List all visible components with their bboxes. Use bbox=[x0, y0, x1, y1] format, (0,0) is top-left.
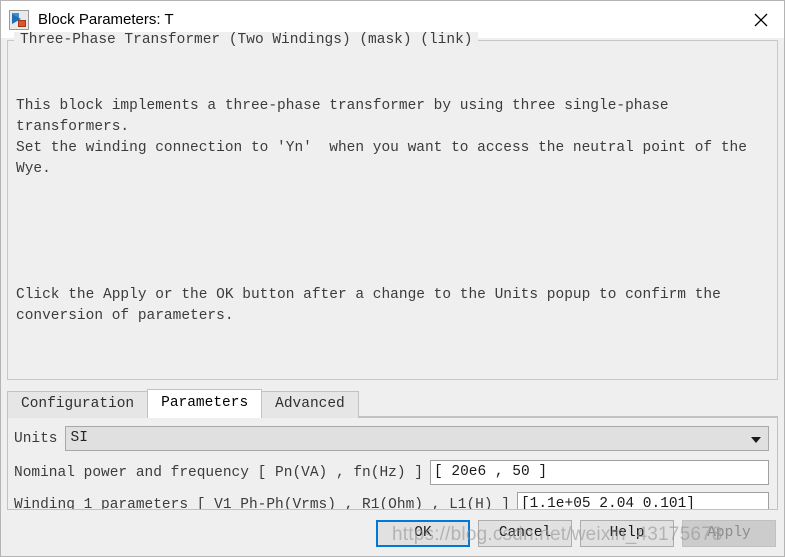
tab-strip-filler bbox=[357, 390, 778, 417]
parameter-row-winding1: Winding 1 parameters [ V1 Ph-Ph(Vrms) , … bbox=[8, 492, 777, 510]
simulink-block-icon bbox=[9, 9, 29, 30]
units-value: SI bbox=[70, 430, 88, 446]
tab-configuration[interactable]: Configuration bbox=[7, 391, 149, 418]
mask-paragraph-spacer bbox=[16, 222, 769, 243]
mask-paragraph-1: This block implements a three-phase tran… bbox=[16, 98, 747, 177]
units-row: Units SI bbox=[8, 426, 777, 451]
help-button[interactable]: Help bbox=[580, 519, 674, 547]
mask-description-body: This block implements a three-phase tran… bbox=[16, 54, 769, 369]
mask-description-group: Three-Phase Transformer (Two Windings) (… bbox=[7, 32, 778, 380]
parameter-row-nominal-power: Nominal power and frequency [ Pn(VA) , f… bbox=[8, 460, 777, 485]
units-label: Units bbox=[14, 430, 58, 447]
window-title: Block Parameters: T bbox=[38, 11, 174, 28]
nominal-power-label: Nominal power and frequency [ Pn(VA) , f… bbox=[14, 464, 423, 481]
chevron-down-icon bbox=[751, 436, 761, 443]
winding1-label: Winding 1 parameters [ V1 Ph-Ph(Vrms) , … bbox=[14, 496, 510, 510]
mask-legend: Three-Phase Transformer (Two Windings) (… bbox=[14, 32, 479, 48]
mask-legend-row: Three-Phase Transformer (Two Windings) (… bbox=[8, 29, 777, 51]
ok-button[interactable]: OK bbox=[376, 519, 470, 547]
units-dropdown[interactable]: SI bbox=[64, 426, 769, 451]
tab-strip: Configuration Parameters Advanced bbox=[7, 389, 778, 418]
nominal-power-input[interactable]: [ 20e6 , 50 ] bbox=[429, 460, 769, 485]
mask-paragraph-2: Click the Apply or the OK button after a… bbox=[16, 287, 721, 324]
tab-advanced[interactable]: Advanced bbox=[261, 391, 359, 418]
cancel-button[interactable]: Cancel bbox=[478, 519, 572, 547]
tab-parameters[interactable]: Parameters bbox=[147, 389, 263, 418]
block-parameters-dialog: Block Parameters: T Three-Phase Transfor… bbox=[0, 0, 785, 557]
winding1-input[interactable]: [1.1e+05 2.04 0.101] bbox=[516, 492, 769, 509]
apply-button: Apply bbox=[682, 519, 776, 547]
parameters-panel: Units SI Nominal power and frequency [ P… bbox=[7, 418, 778, 510]
dialog-button-bar: OK Cancel Help Apply bbox=[1, 510, 784, 556]
